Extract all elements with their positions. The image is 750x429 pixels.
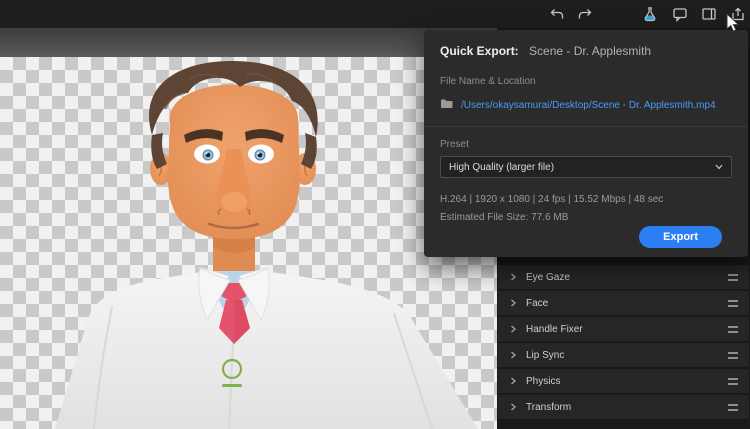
menu-handle-icon[interactable] [728, 377, 738, 385]
workspace-panel-icon[interactable] [701, 6, 717, 22]
property-row-label: Lip Sync [526, 349, 565, 361]
redo-icon[interactable] [577, 6, 593, 22]
quick-export-title: Quick Export: Scene - Dr. Applesmith [440, 44, 732, 58]
property-row-label: Handle Fixer [526, 323, 583, 335]
chevron-right-icon [509, 403, 517, 411]
property-row-label: Eye Gaze [526, 271, 570, 283]
property-row-physics[interactable]: Physics [498, 369, 749, 393]
quick-export-panel: Quick Export: Scene - Dr. Applesmith Fil… [424, 30, 748, 257]
menu-handle-icon[interactable] [728, 403, 738, 411]
chevron-right-icon [509, 351, 517, 359]
estimated-file-size: Estimated File Size: 77.6 MB [440, 212, 569, 223]
comments-icon[interactable] [672, 6, 688, 22]
scene-canvas[interactable] [0, 28, 497, 429]
stage-background [0, 28, 497, 57]
folder-icon [440, 96, 453, 114]
property-row-transform[interactable]: Transform [498, 395, 749, 419]
menu-handle-icon[interactable] [728, 299, 738, 307]
quick-export-title-label: Quick Export: [440, 44, 519, 58]
property-row-eye-gaze[interactable]: Eye Gaze [498, 265, 749, 289]
property-row-label: Physics [526, 375, 561, 387]
chevron-down-icon [715, 162, 723, 173]
preset-select[interactable]: High Quality (larger file) [440, 156, 732, 178]
menu-handle-icon[interactable] [728, 351, 738, 359]
video-info: H.264 | 1920 x 1080 | 24 fps | 15.52 Mbp… [440, 194, 664, 205]
chevron-right-icon [509, 377, 517, 385]
topbar [0, 0, 750, 28]
divider [424, 126, 748, 127]
property-row-label: Face [526, 297, 549, 309]
property-row-handle-fixer[interactable]: Handle Fixer [498, 317, 749, 341]
export-path-row: /Users/okaysamurai/Desktop/Scene - Dr. A… [440, 96, 732, 114]
property-row-face[interactable]: Face [498, 291, 749, 315]
menu-handle-icon[interactable] [728, 273, 738, 281]
property-row-label: Transform [526, 401, 572, 413]
preset-label: Preset [440, 139, 469, 150]
chevron-right-icon [509, 273, 517, 281]
undo-icon[interactable] [549, 6, 565, 22]
menu-handle-icon[interactable] [728, 325, 738, 333]
puppet-dr-applesmith[interactable] [0, 57, 497, 429]
export-path-link[interactable]: /Users/okaysamurai/Desktop/Scene - Dr. A… [461, 100, 716, 111]
chevron-right-icon [509, 325, 517, 333]
preset-selected-value: High Quality (larger file) [449, 161, 555, 173]
chevron-right-icon [509, 299, 517, 307]
export-button[interactable]: Export [639, 226, 722, 248]
character-animator-window: Eye Gaze Face Handle Fixer Lip Sync Phys… [0, 0, 750, 429]
file-location-label: File Name & Location [440, 76, 536, 87]
property-row-lip-sync[interactable]: Lip Sync [498, 343, 749, 367]
mouse-cursor [726, 12, 740, 38]
quick-export-scene-name: Scene - Dr. Applesmith [529, 44, 652, 58]
characterizer-flask-icon[interactable] [642, 6, 658, 22]
